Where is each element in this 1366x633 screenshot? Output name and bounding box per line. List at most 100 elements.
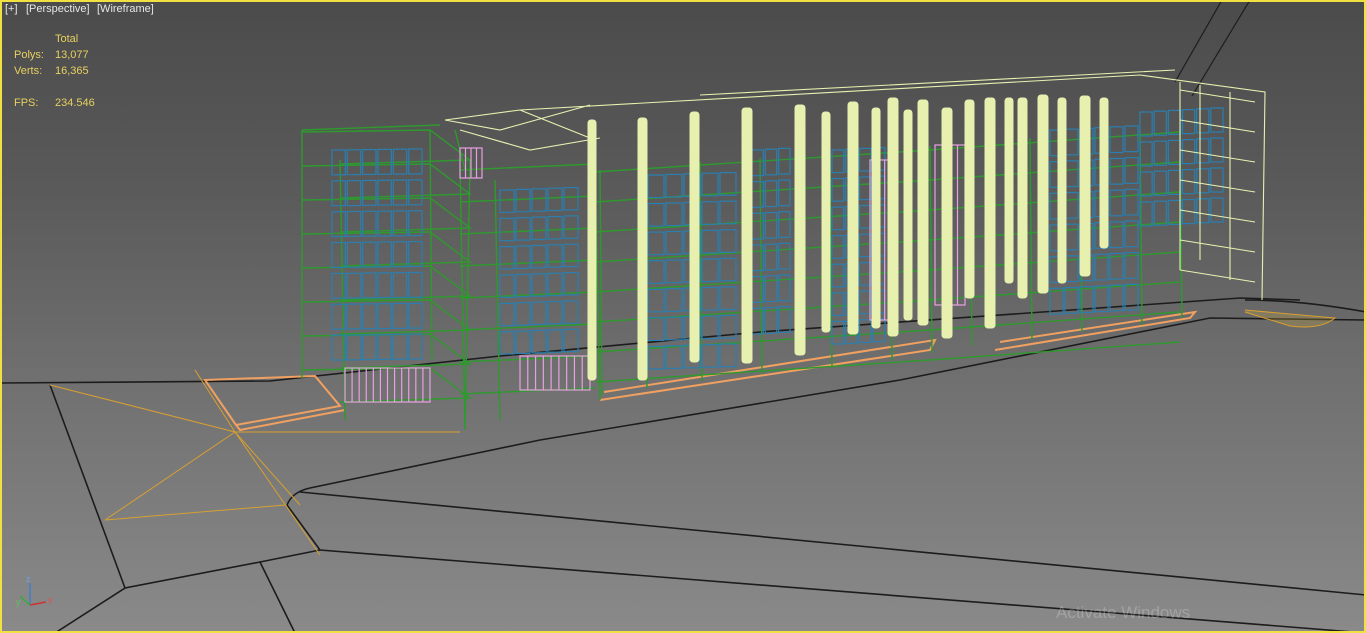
window-pane: [764, 148, 778, 176]
facade-fin: [847, 101, 859, 335]
window-pane: [1109, 157, 1124, 185]
window-pane: [499, 217, 515, 242]
window-pane: [362, 303, 377, 330]
window-pane: [346, 180, 362, 207]
window-pane: [1210, 167, 1224, 193]
window-pane: [831, 149, 845, 174]
window-pane: [1109, 126, 1124, 154]
viewport-perspective[interactable]: z x y [+] [Perspective] [Wireframe] Tota…: [0, 0, 1366, 633]
window-pane: [1210, 107, 1224, 133]
window-pane: [547, 300, 563, 325]
stats-verts-label: Verts:: [14, 65, 43, 77]
window-pane: [701, 229, 719, 254]
window-pane: [392, 302, 408, 329]
window-pane: [1167, 169, 1182, 195]
window-pane: [665, 288, 683, 312]
window-pane: [377, 333, 392, 360]
window-pane: [515, 245, 531, 269]
window-pane: [331, 180, 346, 207]
y-axis-line: [19, 595, 31, 606]
window-pane: [362, 179, 377, 206]
facade-fin: [1057, 97, 1067, 284]
window-pane: [346, 272, 362, 299]
viewport-menu-plus[interactable]: [+]: [5, 3, 18, 15]
floor-outline: [301, 231, 473, 267]
window-pane: [346, 303, 362, 330]
roof-rib: [1179, 209, 1256, 223]
window-pane: [719, 172, 737, 196]
roof-rib: [1179, 269, 1256, 283]
window-pane: [531, 216, 547, 241]
window-pane: [531, 301, 547, 326]
floor-outline: [459, 227, 596, 235]
window-pane: [764, 211, 778, 239]
floor-outline: [301, 333, 473, 369]
window-pane: [1139, 171, 1153, 197]
window-pane: [647, 231, 665, 256]
window-pane: [408, 179, 423, 206]
facade-fin: [741, 107, 753, 364]
window-pane: [1153, 140, 1167, 166]
window-pane: [665, 316, 683, 341]
floor-outline: [301, 367, 473, 403]
roof-rib: [1179, 179, 1256, 193]
window-pane: [1124, 157, 1139, 184]
window-pane: [515, 273, 531, 298]
facade-fin: [964, 99, 975, 299]
activate-windows-watermark: Activate Windows: [1056, 603, 1191, 622]
window-pane: [547, 187, 563, 212]
window-pane: [331, 149, 346, 176]
window-pane: [831, 206, 845, 231]
window-pane: [1064, 128, 1079, 156]
facade-fin: [637, 117, 648, 381]
window-pane: [647, 202, 665, 227]
viewport-shading-menu[interactable]: [Wireframe]: [97, 3, 154, 15]
window-pane: [778, 179, 791, 207]
window-pane: [1153, 200, 1167, 226]
viewport-point-of-view-menu[interactable]: [Perspective]: [26, 3, 90, 15]
facade-fin: [1004, 97, 1014, 284]
stats-fps-label: FPS:: [14, 97, 39, 109]
window-pane: [665, 259, 683, 284]
facade-fin: [984, 97, 996, 329]
window-pane: [751, 181, 764, 208]
window-pane: [764, 243, 778, 271]
window-pane: [1153, 170, 1167, 196]
window-pane: [1109, 189, 1124, 217]
window-pane: [362, 241, 377, 268]
window-pane: [647, 345, 665, 370]
window-pane: [647, 288, 665, 313]
window-pane: [499, 274, 515, 298]
facade-fin: [941, 107, 953, 339]
window-pane: [719, 229, 737, 253]
window-pane: [858, 319, 872, 344]
window-pane: [547, 215, 563, 240]
window-pane: [1167, 109, 1182, 136]
window-pane: [665, 173, 683, 198]
facade-fin: [794, 104, 806, 356]
window-pane: [499, 302, 515, 327]
window-pane: [499, 331, 515, 355]
window-pane: [1196, 108, 1210, 134]
floor-outline: [459, 163, 596, 171]
window-pane: [831, 320, 845, 345]
column-edge: [599, 169, 603, 396]
window-pane: [563, 272, 579, 296]
window-pane: [531, 273, 547, 297]
facade-fin: [887, 97, 899, 337]
facade-fin: [587, 119, 597, 381]
stats-polys-label: Polys:: [14, 49, 44, 61]
window-pane: [665, 202, 683, 227]
window-pane: [831, 292, 845, 317]
x-axis-label: x: [48, 595, 53, 605]
window-pane: [831, 177, 845, 202]
window-pane: [751, 149, 764, 177]
floor-outline: [301, 129, 473, 165]
window-pane: [1210, 197, 1224, 223]
window-pane: [665, 230, 683, 255]
window-pane: [701, 315, 719, 340]
scene-wireframe[interactable]: z x y: [0, 0, 1366, 633]
column-edge: [1029, 137, 1033, 340]
roof-rib: [1179, 149, 1256, 163]
window-pane: [665, 345, 683, 370]
